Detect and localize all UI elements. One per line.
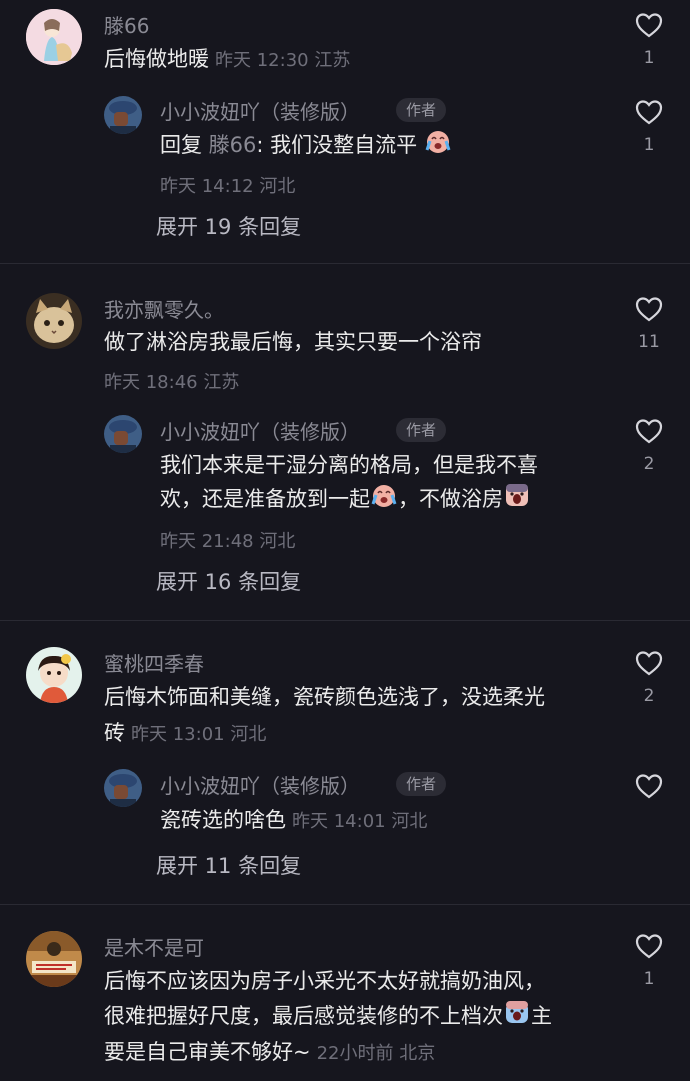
reply-body-part-b: ，不做浴房 [398, 487, 503, 511]
reply-body: : 我们没整自流平 [256, 133, 418, 157]
like-button[interactable]: 11 [629, 296, 669, 352]
like-count: 2 [643, 454, 655, 474]
reply-meta: 昨天 21:48 河北 [160, 531, 296, 552]
crying-face-emoji [424, 128, 452, 165]
user-avatar[interactable] [26, 931, 82, 987]
like-button[interactable]: 1 [629, 99, 669, 155]
author-badge: 作者 [396, 418, 447, 442]
comment-body-line1: 后悔不应该因为房子小采光不太好就搞奶油风， [104, 969, 545, 993]
heart-outline-icon [635, 774, 663, 799]
like-button[interactable]: 1 [629, 933, 669, 989]
screaming-face-emoji [503, 999, 531, 1036]
comment-body-part: 砖 [104, 721, 125, 745]
divider [0, 263, 690, 264]
reply-meta: 昨天 14:12 河北 [160, 176, 296, 197]
comment-body-line3: 要是自己审美不够好~ 22小时前 北京 [104, 1034, 435, 1072]
expand-replies-button[interactable]: 展开 11 条回复 [156, 850, 301, 880]
reply-meta: 昨天 14:01 河北 [292, 811, 428, 832]
like-button[interactable]: 1 [629, 12, 669, 68]
user-avatar[interactable] [26, 293, 82, 349]
author-badge: 作者 [396, 772, 447, 796]
comment-username[interactable]: 我亦飘零久。 [104, 294, 224, 323]
comment-text: 后悔做地暖 昨天 12:30 江苏 [104, 41, 350, 79]
user-avatar[interactable] [26, 647, 82, 703]
reply-body-part-a: 欢，还是准备放到一起 [160, 487, 370, 511]
comment-list: 滕66 后悔做地暖 昨天 12:30 江苏 1 小小波妞吖（装修版） 作者 回复 … [0, 0, 690, 1081]
comment-body-line2: 很难把握好尺度，最后感觉装修的不上档次 主 [104, 998, 552, 1036]
heart-outline-icon [635, 651, 663, 676]
comment-username[interactable]: 滕66 [104, 10, 149, 39]
comment-body: 做了淋浴房我最后悔，其实只要一个浴帘 [104, 330, 482, 354]
heart-outline-icon [635, 419, 663, 444]
author-avatar[interactable] [104, 769, 142, 807]
reply-username[interactable]: 小小波妞吖（装修版） [160, 96, 360, 125]
like-count: 11 [638, 332, 660, 352]
comment-username[interactable]: 是木不是可 [104, 932, 204, 961]
reply-body-line1: 我们本来是干湿分离的格局，但是我不喜 [160, 453, 538, 477]
comment-meta: 昨天 12:30 江苏 [215, 50, 351, 71]
heart-outline-icon [635, 13, 663, 38]
reply-username[interactable]: 小小波妞吖（装修版） [160, 770, 360, 799]
comment-body-part: 要是自己审美不够好~ [104, 1040, 311, 1064]
reply-target[interactable]: 滕66 [209, 133, 257, 157]
like-button[interactable]: 2 [629, 650, 669, 706]
divider [0, 904, 690, 905]
expand-replies-button[interactable]: 展开 16 条回复 [156, 566, 301, 596]
divider [0, 620, 690, 621]
reply-body-line2: 欢，还是准备放到一起 ，不做浴房 [160, 481, 531, 519]
like-count: 1 [643, 48, 655, 68]
reply-text: 回复 滕66: 我们没整自流平 [160, 127, 452, 165]
like-count: 1 [643, 135, 655, 155]
heart-outline-icon [635, 100, 663, 125]
like-count: 1 [643, 969, 655, 989]
comment-meta: 昨天 13:01 河北 [131, 724, 267, 745]
crying-face-emoji [370, 482, 398, 519]
reply-text: 瓷砖选的啥色 昨天 14:01 河北 [160, 802, 427, 840]
heart-outline-icon [635, 934, 663, 959]
comment-body-part: 很难把握好尺度，最后感觉装修的不上档次 [104, 1004, 503, 1028]
author-avatar[interactable] [104, 415, 142, 453]
comment-body-line1: 后悔木饰面和美缝，瓷砖颜色选浅了，没选柔光 [104, 685, 545, 709]
heart-outline-icon [635, 297, 663, 322]
reply-username[interactable]: 小小波妞吖（装修版） [160, 416, 360, 445]
like-button[interactable] [629, 773, 669, 799]
author-avatar[interactable] [104, 96, 142, 134]
like-button[interactable]: 2 [629, 418, 669, 474]
comment-meta: 昨天 18:46 江苏 [104, 372, 240, 393]
comment-body-line2: 砖昨天 13:01 河北 [104, 715, 266, 753]
comment-body: 后悔做地暖 [104, 47, 209, 71]
comment-meta: 22小时前 北京 [316, 1043, 436, 1064]
screaming-face-emoji [503, 482, 531, 519]
comment-body-part-b: 主 [531, 1004, 552, 1028]
like-count: 2 [643, 686, 655, 706]
expand-replies-button[interactable]: 展开 19 条回复 [156, 211, 301, 241]
user-avatar[interactable] [26, 9, 82, 65]
comment-username[interactable]: 蜜桃四季春 [104, 648, 204, 677]
reply-prefix: 回复 [160, 133, 202, 157]
author-badge: 作者 [396, 98, 447, 122]
reply-body: 瓷砖选的啥色 [160, 808, 286, 832]
